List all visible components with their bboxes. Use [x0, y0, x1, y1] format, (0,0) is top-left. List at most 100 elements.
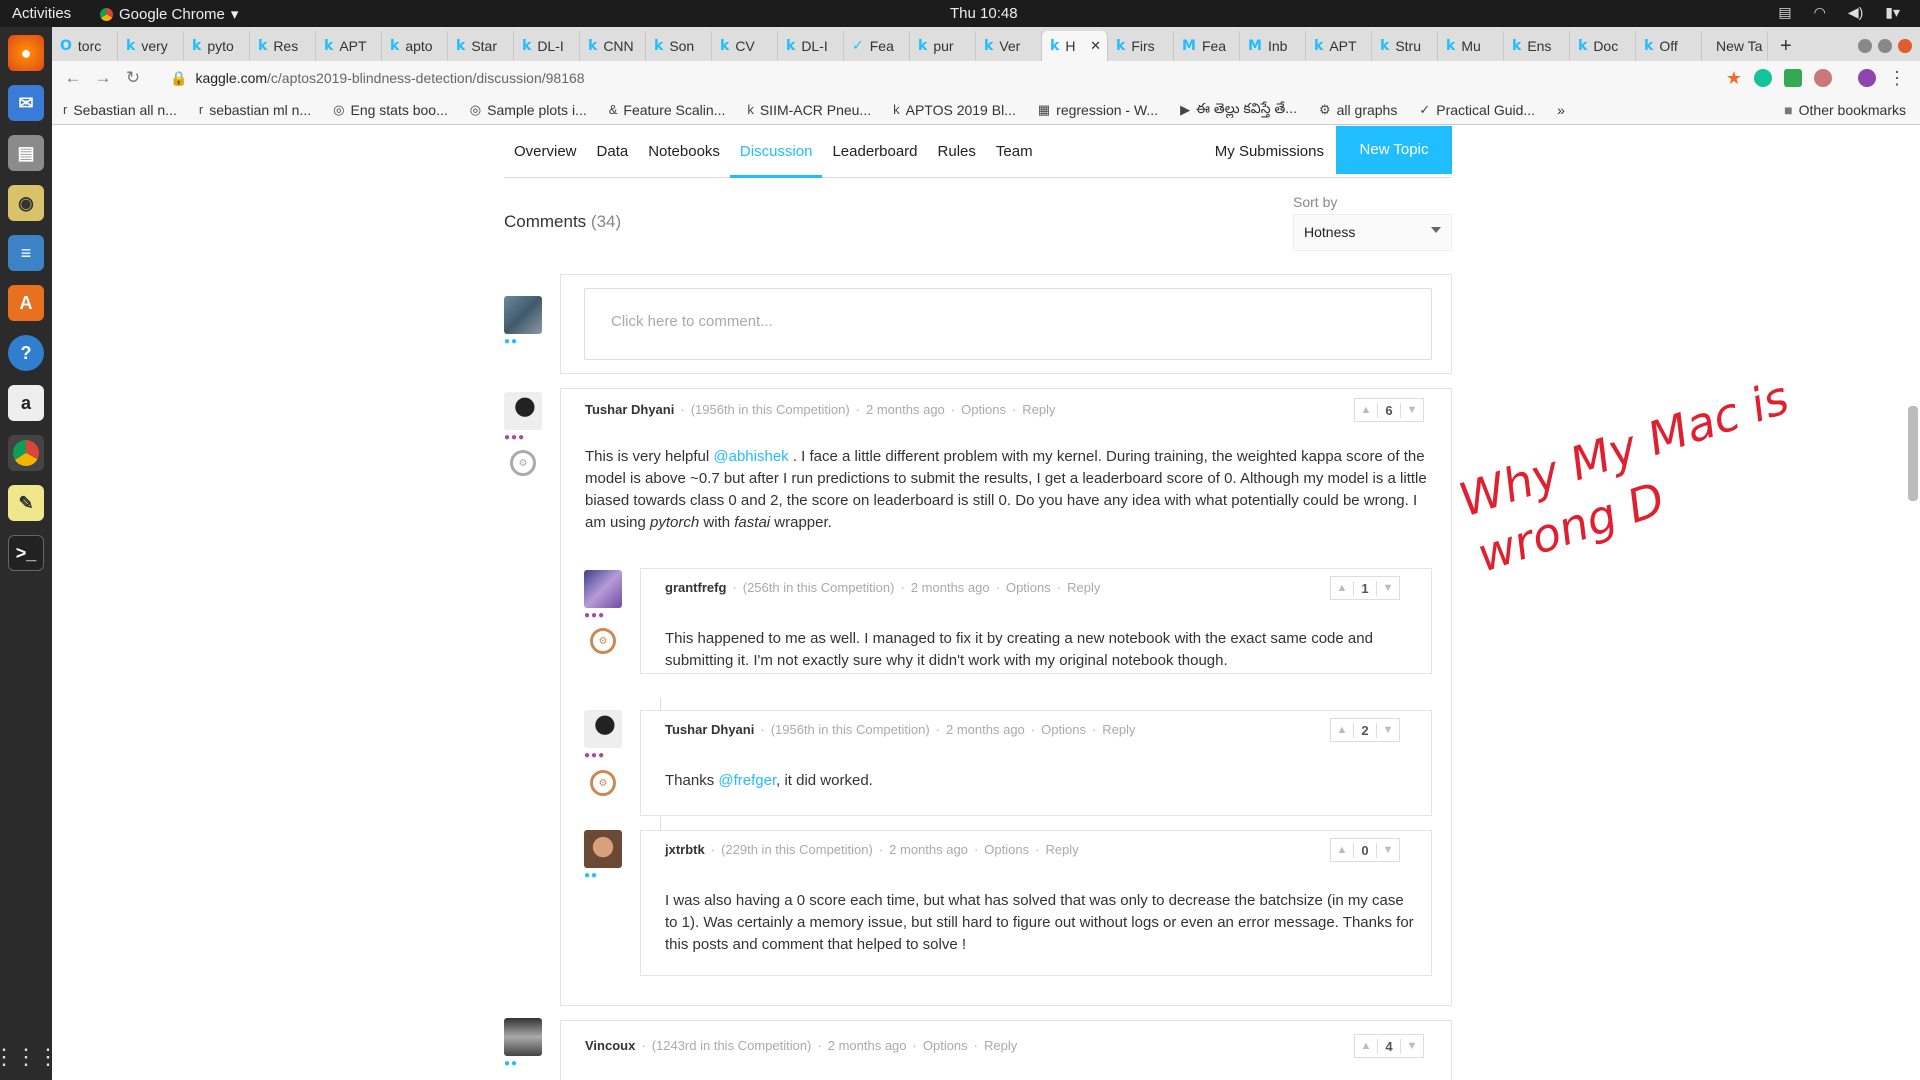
volume-icon[interactable]: ◀) [1848, 4, 1863, 21]
bookmarks-overflow-button[interactable]: » [1546, 102, 1576, 118]
tab-15[interactable]: k H ✕ [1042, 31, 1108, 61]
avatar[interactable] [504, 296, 542, 334]
tab-22[interactable]: k Ens [1504, 31, 1570, 61]
bookmark-item[interactable]: k APTOS 2019 Bl... [882, 102, 1027, 118]
software-center-icon[interactable]: A [8, 285, 44, 321]
bookmark-item[interactable]: ⚙ all graphs [1308, 102, 1408, 118]
reload-icon[interactable]: ↻ [118, 68, 148, 88]
tab-24[interactable]: k Off [1636, 31, 1702, 61]
tab-9[interactable]: k Son [646, 31, 712, 61]
tab-20[interactable]: k Stru [1372, 31, 1438, 61]
upvote-icon[interactable]: ▲ [1355, 404, 1377, 416]
address-bar[interactable]: 🔒 kaggle.com/c/aptos2019-blindness-detect… [170, 70, 1726, 87]
tab-19[interactable]: k APT [1306, 31, 1372, 61]
thunderbird-icon[interactable]: ✉ [8, 85, 44, 121]
profile-avatar[interactable] [1858, 69, 1876, 87]
tab-0[interactable]: Otorc [52, 31, 118, 61]
bookmark-item[interactable]: & Feature Scalin... [598, 102, 737, 118]
tab-12[interactable]: ✓ Fea [844, 31, 910, 61]
tab-notebooks[interactable]: Notebooks [638, 126, 730, 178]
downvote-icon[interactable]: ▼ [1377, 582, 1399, 594]
avatar[interactable] [584, 710, 622, 748]
tab-18[interactable]: M Inb [1240, 31, 1306, 61]
upvote-icon[interactable]: ▲ [1355, 1040, 1377, 1052]
downvote-icon[interactable]: ▼ [1377, 844, 1399, 856]
downvote-icon[interactable]: ▼ [1401, 404, 1423, 416]
tab-8[interactable]: k CNN [580, 31, 646, 61]
forward-icon[interactable]: → [88, 68, 118, 88]
back-icon[interactable]: ← [58, 68, 88, 88]
star-icon[interactable]: ★ [1726, 68, 1742, 89]
tab-25[interactable]: New Ta [1702, 31, 1768, 61]
comment-author[interactable]: grantfrefg [665, 580, 726, 595]
extension-icon[interactable] [1814, 69, 1832, 87]
upvote-icon[interactable]: ▲ [1331, 724, 1353, 736]
new-tab-button[interactable]: + [1768, 31, 1804, 61]
tab-16[interactable]: k Firs [1108, 31, 1174, 61]
avatar[interactable] [584, 570, 622, 608]
close-window-icon[interactable] [1898, 39, 1912, 53]
options-link[interactable]: Options [1006, 580, 1051, 595]
clock[interactable]: Thu 10:48 [950, 5, 1018, 22]
tab-5[interactable]: k apto [382, 31, 448, 61]
comment-time[interactable]: 2 months ago [911, 580, 990, 595]
options-link[interactable]: Options [984, 842, 1029, 857]
sort-select[interactable]: Hotness [1293, 214, 1452, 251]
avatar[interactable] [504, 1018, 542, 1056]
comment-input[interactable]: Click here to comment... [584, 288, 1432, 360]
tab-11[interactable]: k DL-I [778, 31, 844, 61]
keyboard-icon[interactable]: ▤ [1778, 4, 1791, 21]
tab-13[interactable]: k pur [910, 31, 976, 61]
bookmark-item[interactable]: r Sebastian all n... [52, 102, 188, 118]
tab-6[interactable]: k Star [448, 31, 514, 61]
firefox-icon[interactable]: ● [8, 35, 44, 71]
tab-10[interactable]: k CV [712, 31, 778, 61]
comment-author[interactable]: jxtrbtk [665, 842, 705, 857]
minimize-icon[interactable] [1858, 39, 1872, 53]
reply-link[interactable]: Reply [1022, 402, 1055, 417]
bookmark-item[interactable]: r sebastian ml n... [188, 102, 322, 118]
app-menu[interactable]: Google Chrome ▾ [100, 5, 238, 23]
comment-author[interactable]: Tushar Dhyani [585, 402, 674, 417]
reply-link[interactable]: Reply [1102, 722, 1135, 737]
chrome-dock-icon[interactable] [8, 435, 44, 471]
menu-icon[interactable]: ⋮ [1888, 68, 1906, 89]
tab-1[interactable]: k very [118, 31, 184, 61]
tab-7[interactable]: k DL-I [514, 31, 580, 61]
bookmark-item[interactable]: ◎ Eng stats boo... [322, 102, 459, 118]
upvote-icon[interactable]: ▲ [1331, 844, 1353, 856]
amazon-icon[interactable]: a [8, 385, 44, 421]
tab-4[interactable]: k APT [316, 31, 382, 61]
reply-link[interactable]: Reply [984, 1038, 1017, 1053]
battery-icon[interactable]: ▮▾ [1885, 4, 1900, 21]
reply-link[interactable]: Reply [1067, 580, 1100, 595]
downvote-icon[interactable]: ▼ [1377, 724, 1399, 736]
maximize-icon[interactable] [1878, 39, 1892, 53]
comment-author[interactable]: Tushar Dhyani [665, 722, 754, 737]
activities-button[interactable]: Activities [12, 5, 71, 22]
comment-time[interactable]: 2 months ago [946, 722, 1025, 737]
show-apps-icon[interactable]: ⋮⋮⋮ [0, 1044, 59, 1070]
tab-team[interactable]: Team [986, 126, 1043, 178]
options-link[interactable]: Options [923, 1038, 968, 1053]
system-tray[interactable]: ▤ ◠ ◀) ▮▾ [1778, 4, 1900, 21]
options-link[interactable]: Options [961, 402, 1006, 417]
reply-link[interactable]: Reply [1045, 842, 1078, 857]
bookmark-item[interactable]: ✓ Practical Guid... [1408, 102, 1546, 118]
tab-discussion[interactable]: Discussion [729, 126, 823, 178]
tab-23[interactable]: k Doc [1570, 31, 1636, 61]
bookmark-item[interactable]: ▦ regression - W... [1027, 102, 1169, 118]
tab-14[interactable]: k Ver [976, 31, 1042, 61]
terminal-icon[interactable]: >_ [8, 535, 44, 571]
bookmark-item[interactable]: ▶ ఈ తెల్లు కవిస్తే తే... [1169, 100, 1308, 120]
upvote-icon[interactable]: ▲ [1331, 582, 1353, 594]
comment-author[interactable]: Vincoux [585, 1038, 635, 1053]
tab-3[interactable]: k Res [250, 31, 316, 61]
tab-2[interactable]: k pyto [184, 31, 250, 61]
new-topic-button[interactable]: New Topic [1336, 126, 1452, 174]
comment-time[interactable]: 2 months ago [828, 1038, 907, 1053]
bookmark-item[interactable]: ◎ Sample plots i... [459, 102, 598, 118]
tab-overview[interactable]: Overview [504, 126, 587, 178]
options-link[interactable]: Options [1041, 722, 1086, 737]
close-tab-icon[interactable]: ✕ [1090, 38, 1101, 54]
